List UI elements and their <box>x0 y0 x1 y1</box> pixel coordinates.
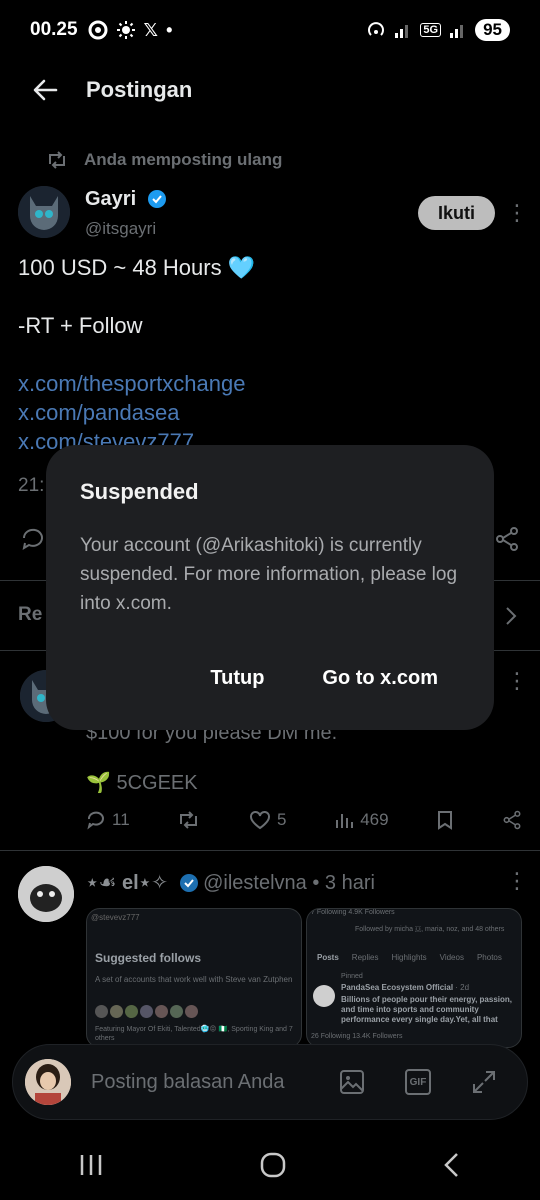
hotspot-icon <box>368 22 385 36</box>
author-name[interactable]: Gayri <box>85 188 166 211</box>
author-handle[interactable]: @itsgayri <box>85 219 156 239</box>
go-to-x-button[interactable]: Go to x.com <box>322 667 438 690</box>
views-icon <box>336 814 354 828</box>
notification-dot: • <box>166 19 173 40</box>
dialog-message: Your account (@Arikashitoki) is currentl… <box>80 535 458 614</box>
more-options-icon[interactable]: ⋮ <box>506 202 528 224</box>
divider <box>0 850 540 851</box>
app-circle-icon <box>88 20 108 40</box>
reply-icon[interactable] <box>20 526 46 552</box>
reply-input[interactable]: Posting balasan Anda <box>91 1071 339 1094</box>
back-nav-icon[interactable] <box>442 1152 462 1178</box>
verified-badge-icon <box>179 874 198 892</box>
reply1-code: 🌱 5CGEEK <box>86 772 198 794</box>
tweet-line-2: -RT + Follow <box>18 313 143 338</box>
status-time: 00.25 <box>30 19 78 40</box>
reply2-header[interactable]: ⋆☙ el⋆✧ @ilestelvna • 3 hari <box>86 870 375 895</box>
gayri-avatar[interactable] <box>18 186 70 238</box>
reply2-handle[interactable]: @ilestelvna <box>203 872 307 894</box>
reply1-like-action[interactable]: 5 <box>249 810 287 830</box>
comment-icon <box>87 811 104 830</box>
user-avatar <box>25 1059 71 1105</box>
bookmark-icon <box>438 811 453 830</box>
battery-indicator: 95 <box>475 19 510 41</box>
repost-icon <box>180 811 198 829</box>
reply2-image-right[interactable]: 7 Following 4.9K Followers Followed by m… <box>306 908 522 1048</box>
heart-icon <box>250 810 271 830</box>
repost-icon <box>49 151 65 169</box>
sun-icon <box>116 21 135 39</box>
panda-avatar <box>313 985 335 1007</box>
recents-icon[interactable] <box>78 1153 104 1177</box>
reply1-views-action[interactable]: 469 <box>334 810 389 830</box>
dialog-title: Suspended <box>80 479 199 504</box>
reply1-more-icon[interactable]: ⋮ <box>506 670 528 692</box>
tweet-line-1: 100 USD ~ 48 Hours 🩵 <box>18 255 256 280</box>
signal2-icon <box>450 25 464 38</box>
close-button[interactable]: Tutup <box>210 667 264 690</box>
back-arrow-icon[interactable] <box>30 75 60 105</box>
avatar-row <box>95 1005 198 1018</box>
verified-badge-icon <box>147 190 166 208</box>
reply2-image-left[interactable]: @stevevz777 Suggested follows A set of a… <box>86 908 302 1048</box>
reply2-name[interactable]: ⋆☙ el⋆✧ <box>86 872 168 894</box>
expand-icon[interactable] <box>471 1069 497 1095</box>
gif-icon[interactable]: GIF <box>405 1069 431 1095</box>
x-logo-icon: 𝕏 <box>143 19 159 40</box>
share-icon <box>503 810 521 830</box>
repost-label: Anda memposting ulang <box>84 150 283 169</box>
page-title: Postingan <box>86 77 193 102</box>
reply1-actions: 11 5 469 <box>86 810 522 830</box>
reply-composer[interactable]: Posting balasan Anda GIF <box>12 1044 528 1120</box>
reply1-repost-action[interactable] <box>177 810 201 830</box>
reply2-more-icon[interactable]: ⋮ <box>506 870 528 892</box>
reply2-time: 3 hari <box>324 872 375 894</box>
tweet-time: 21: <box>18 475 45 496</box>
profile-tabs: Posts Replies Highlights Videos Photos <box>317 953 502 962</box>
tweet-link-2[interactable]: x.com/pandasea <box>18 399 179 428</box>
repost-indicator: Anda memposting ulang <box>46 150 282 170</box>
replies-header[interactable]: Re <box>18 604 42 626</box>
suspended-dialog: Suspended Your account (@Arikashitoki) i… <box>46 445 494 730</box>
reply1-bookmark-action[interactable] <box>436 810 454 830</box>
home-icon[interactable] <box>260 1152 286 1178</box>
tweet-link-1[interactable]: x.com/thesportxchange <box>18 370 245 399</box>
network-5g-badge: 5G <box>420 23 442 37</box>
reply1-share-action[interactable] <box>502 810 522 830</box>
reply1-reply-action[interactable]: 11 <box>86 810 130 830</box>
image-icon[interactable] <box>339 1069 365 1095</box>
android-nav-bar <box>0 1130 540 1200</box>
status-bar: 00.25 𝕏 • 5G 95 <box>0 0 540 60</box>
reply2-avatar[interactable] <box>18 866 74 922</box>
page-header: Postingan <box>0 60 540 120</box>
chevron-right-icon[interactable] <box>504 606 518 626</box>
signal-icon <box>395 25 409 38</box>
follow-button[interactable]: Ikuti <box>418 196 495 230</box>
share-icon[interactable] <box>494 526 520 552</box>
